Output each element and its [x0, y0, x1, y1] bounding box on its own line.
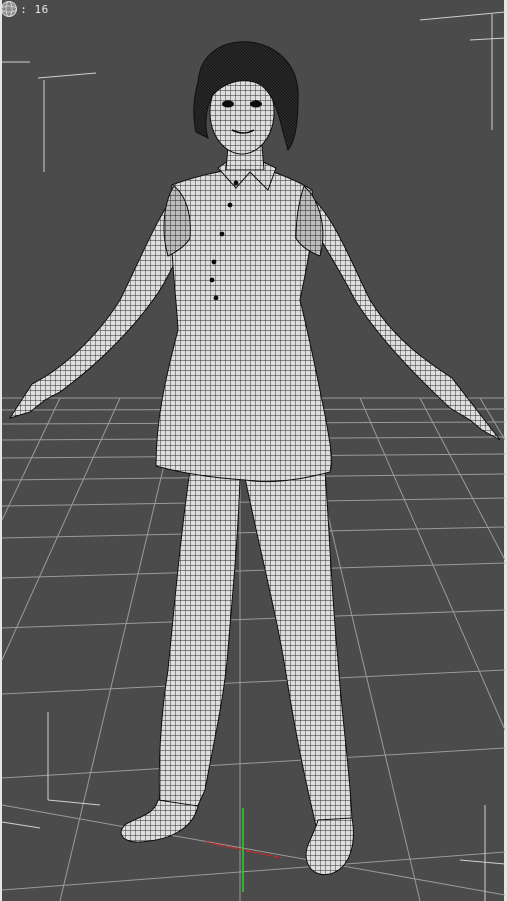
left-foot — [120, 799, 199, 843]
3d-viewport[interactable]: 9 : 16 — [0, 0, 507, 901]
wireframe-figure — [8, 41, 501, 876]
right-eye — [250, 100, 262, 108]
left-eye — [222, 100, 234, 108]
right-arm — [299, 186, 501, 441]
scene-canvas[interactable] — [0, 0, 507, 901]
camera-orbit-gizmo-icon[interactable] — [0, 0, 18, 18]
right-leg — [244, 469, 353, 827]
left-leg — [158, 469, 241, 811]
left-arm — [8, 187, 191, 419]
right-foot — [305, 817, 354, 876]
